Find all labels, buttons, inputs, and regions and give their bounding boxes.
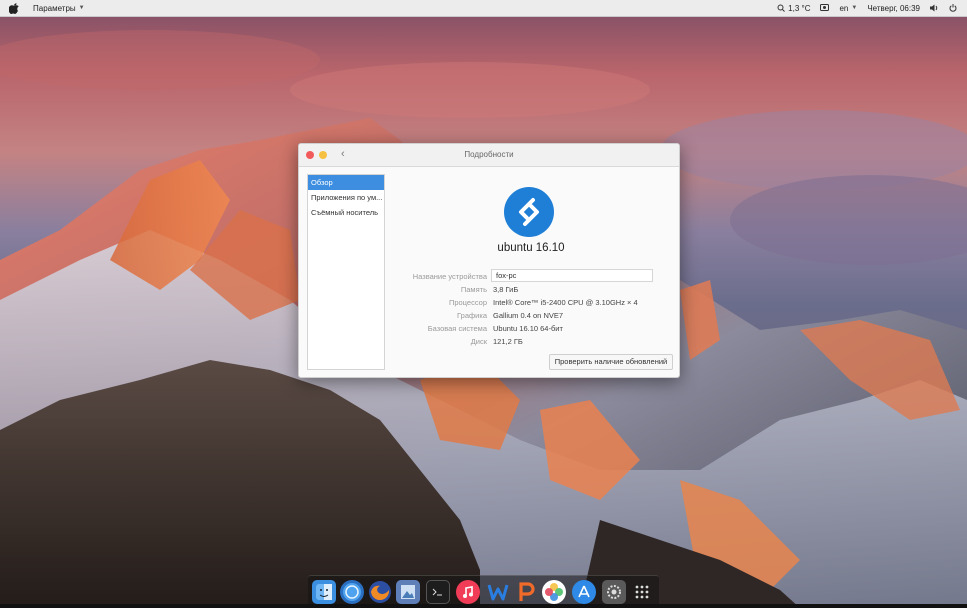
processor-row: Процессор Intel® Core™ i5-2400 CPU @ 3.1… [383, 298, 679, 310]
ubuntu-logo-icon [504, 187, 554, 237]
dock [308, 575, 659, 607]
disk-value: 121,2 ГБ [493, 337, 523, 346]
writer-icon[interactable] [486, 580, 510, 604]
distro-name: ubuntu 16.10 [497, 242, 565, 254]
disk-label: Диск [470, 337, 487, 346]
network-icon [820, 4, 830, 11]
presentation-icon[interactable] [514, 580, 538, 604]
settings-sidebar: Обзор Приложения по ум... Съёмный носите… [307, 174, 385, 370]
datetime-text: Четверг, 06:39 [867, 3, 920, 13]
network-indicator[interactable] [820, 4, 830, 12]
chevron-down-icon: ▼ [851, 5, 858, 11]
os-type-value: Ubuntu 16.10 64-бит [493, 324, 563, 333]
weather-indicator[interactable]: 1,3 °C [777, 4, 810, 13]
apple-icon[interactable] [9, 2, 19, 14]
keyboard-layout-indicator[interactable]: en ▼ [839, 4, 857, 13]
volume-indicator[interactable] [930, 4, 939, 12]
device-name-row: Название устройства [383, 269, 679, 284]
memory-row: Память 3,8 ГиБ [383, 285, 679, 297]
graphics-value: Gallium 0.4 on NVE7 [493, 311, 564, 320]
keyboard-layout-text: en [839, 3, 849, 13]
terminal-icon[interactable] [426, 580, 450, 604]
sidebar-item-default-apps[interactable]: Приложения по ум... [308, 190, 384, 205]
graphics-row: Графика Gallium 0.4 on NVE7 [383, 311, 679, 323]
memory-label: Память [460, 285, 487, 294]
temperature-text: 1,3 °C [788, 3, 811, 13]
window-title: Подробности [464, 150, 514, 159]
preview-icon[interactable] [396, 580, 420, 604]
os-type-label: Базовая система [427, 324, 487, 333]
sidebar-item-removable-media[interactable]: Съёмный носитель [308, 205, 384, 220]
chevron-down-icon: ▼ [78, 5, 85, 11]
browser-icon[interactable] [340, 580, 364, 604]
firefox-icon[interactable] [368, 580, 392, 604]
screen-bottom-edge [0, 604, 967, 608]
volume-icon [930, 4, 938, 12]
power-icon [949, 4, 957, 12]
top-panel: Параметры ▼ 1,3 °C en ▼ Четверг, 06:39 [0, 0, 967, 17]
disk-row: Диск 121,2 ГБ [383, 337, 679, 349]
processor-label: Процессор [448, 298, 487, 307]
app-grid-icon[interactable] [630, 580, 654, 604]
processor-value: Intel® Core™ i5-2400 CPU @ 3.10GHz × 4 [493, 298, 638, 307]
window-titlebar[interactable]: ‹ Подробности [299, 144, 679, 167]
photos-icon[interactable] [542, 580, 566, 604]
app-menu[interactable]: Параметры ▼ [33, 4, 85, 13]
power-indicator[interactable] [949, 4, 957, 12]
settings-icon[interactable] [602, 580, 626, 604]
os-type-row: Базовая система Ubuntu 16.10 64-бит [383, 324, 679, 336]
app-store-icon[interactable] [572, 580, 596, 604]
finder-icon[interactable] [312, 580, 336, 604]
check-updates-button[interactable]: Проверить наличие обновлений [549, 354, 673, 370]
device-name-label: Название устройства [412, 272, 487, 281]
device-name-field[interactable] [491, 269, 653, 282]
clock-indicator[interactable]: Четверг, 06:39 [867, 4, 920, 13]
app-menu-label: Параметры [33, 3, 76, 13]
sidebar-item-overview[interactable]: Обзор [308, 175, 384, 190]
weather-icon [777, 4, 786, 12]
graphics-label: Графика [457, 311, 487, 320]
desktop: Параметры ▼ 1,3 °C en ▼ Четверг, 06:39 ‹… [0, 0, 967, 608]
memory-value: 3,8 ГиБ [493, 285, 519, 294]
overview-panel: ubuntu 16.10 Название устройства Память … [383, 166, 679, 377]
music-icon[interactable] [456, 580, 480, 604]
details-window: ‹ Подробности Обзор Приложения по ум... … [298, 143, 680, 378]
